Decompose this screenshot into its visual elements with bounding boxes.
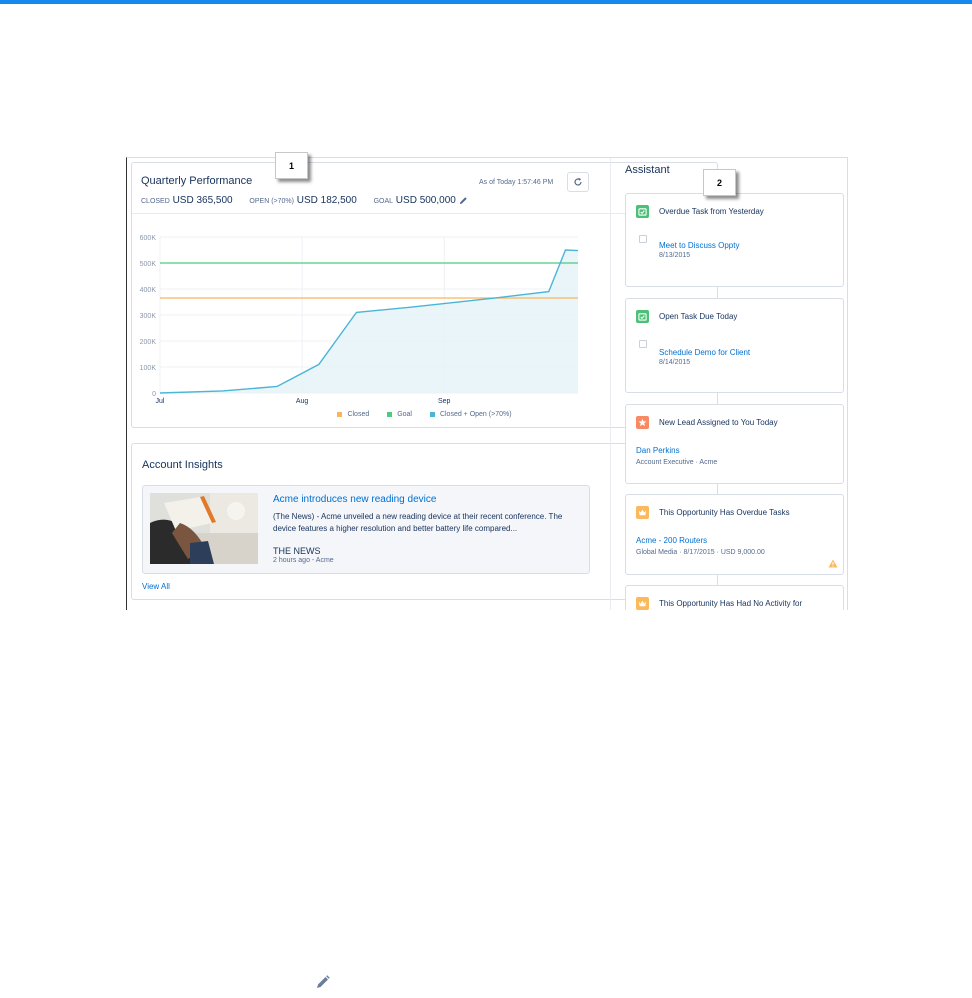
performance-metrics: CLOSED USD 365,500 OPEN (>70%) USD 182,5… [141,195,468,206]
y-tick-label: 500K [140,261,157,268]
x-tick-label: Jul [156,398,165,405]
opportunity-link[interactable]: Acme - 200 Routers [636,536,707,545]
y-tick-label: 100K [140,365,157,372]
legend-item-closed-open: Closed + Open (>70%) [429,411,512,418]
y-tick-label: 0 [152,391,156,398]
closed-label: CLOSED [141,198,170,205]
assistant-card-open-task: Open Task Due Today Schedule Demo for Cl… [625,298,844,393]
assistant-card-new-lead: New Lead Assigned to You Today Dan Perki… [625,404,844,484]
open-label: OPEN (>70%) [249,198,294,205]
closed-open-area [160,250,578,393]
y-tick-label: 600K [140,235,157,242]
legend-label-closed: Closed [347,411,370,418]
news-source: THE NEWS [273,546,321,556]
view-all-link[interactable]: View All [142,582,170,591]
edit-goal-pencil-icon[interactable] [459,196,468,205]
task-date: 8/14/2015 [659,359,691,366]
legend-item-closed: Closed [337,411,369,418]
opportunity-icon [636,597,649,610]
assistant-card-overdue-task: Overdue Task from Yesterday Meet to Disc… [625,193,844,287]
task-link[interactable]: Schedule Demo for Client [659,348,750,357]
account-insights-title: Account Insights [142,459,223,471]
goal-value: USD 500,000 [395,195,456,206]
y-tick-label: 300K [140,313,157,320]
news-item[interactable]: Acme introduces new reading device (The … [142,485,590,574]
assistant-card-no-activity: This Opportunity Has Had No Activity for [625,585,844,610]
legend-label-closed-open: Closed + Open (>70%) [439,411,512,418]
lead-details: Account Executive · Acme [636,459,718,466]
y-tick-label: 200K [140,339,157,346]
x-tick-label: Sep [438,398,451,405]
task-icon [636,310,649,323]
news-timestamp: 2 hours ago - Acme [273,557,334,564]
lead-link[interactable]: Dan Perkins [636,446,680,455]
opportunity-details: Global Media · 8/17/2015 · USD 9,000.00 [636,549,765,556]
assistant-card-overdue-opportunity: This Opportunity Has Overdue Tasks Acme … [625,494,844,575]
task-link[interactable]: Meet to Discuss Oppty [659,241,739,250]
news-summary: (The News) - Acme unveiled a new reading… [273,512,563,533]
assistant-card-heading: New Lead Assigned to You Today [659,418,778,427]
assistant-card-heading: Open Task Due Today [659,312,738,321]
opportunity-icon [636,506,649,519]
legend-label-goal: Goal [397,411,412,418]
warning-icon [828,559,838,568]
assistant-card-heading: Overdue Task from Yesterday [659,207,764,216]
pencil-icon [317,975,330,988]
assistant-title: Assistant [625,164,670,176]
legend-item-goal: Goal [387,411,412,418]
refresh-icon [574,177,582,186]
quarterly-performance-title: Quarterly Performance [141,175,253,187]
task-checkbox[interactable] [639,235,647,243]
assistant-card-heading: This Opportunity Has Had No Activity for [659,599,803,608]
task-date: 8/13/2015 [659,252,691,259]
column-divider [610,158,611,610]
top-accent-bar [0,0,972,4]
news-headline-link[interactable]: Acme introduces new reading device [273,494,436,505]
closed-value: USD 365,500 [172,195,233,206]
task-checkbox[interactable] [639,340,647,348]
x-tick-label: Aug [296,398,309,405]
callout-marker-2: 2 [703,169,736,196]
open-value: USD 182,500 [296,195,357,206]
task-icon [636,205,649,218]
lead-icon [636,416,649,429]
news-thumbnail [150,493,258,564]
refresh-button[interactable] [567,172,589,192]
callout-marker-1: 1 [275,152,308,179]
home-page-screenshot: Quarterly Performance As of Today 1:57:4… [126,157,848,610]
y-tick-label: 400K [140,287,157,294]
as-of-timestamp: As of Today 1:57:46 PM [479,179,554,186]
goal-label: GOAL [373,198,394,205]
assistant-card-heading: This Opportunity Has Overdue Tasks [659,508,790,517]
